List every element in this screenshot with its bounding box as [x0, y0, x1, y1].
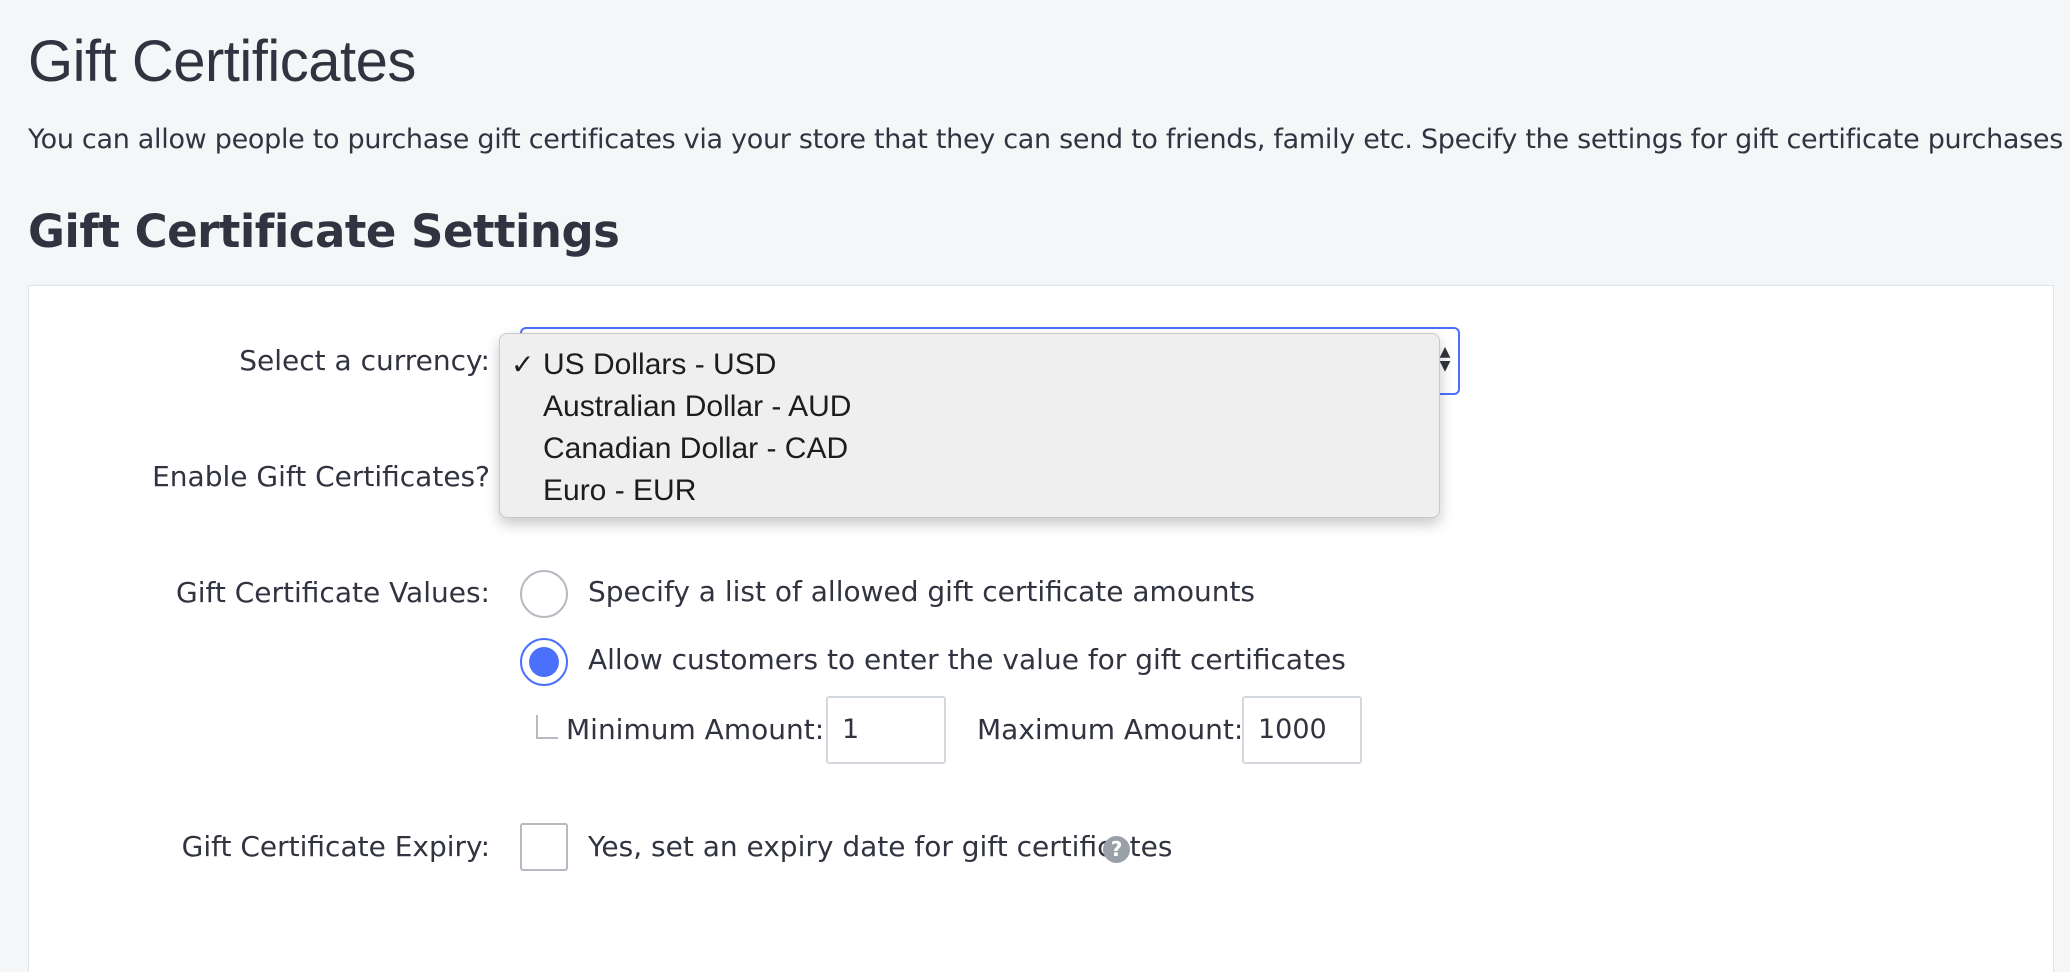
currency-option-label: Australian Dollar - AUD	[543, 390, 852, 423]
gift-certificate-expiry-label: Gift Certificate Expiry:	[181, 830, 490, 863]
page-description: You can allow people to purchase gift ce…	[28, 124, 2070, 155]
radio-custom-value[interactable]	[520, 638, 568, 686]
maximum-amount-label: Maximum Amount: $	[977, 713, 1271, 746]
currency-label: Select a currency:	[239, 344, 490, 377]
minimum-amount-label: Minimum Amount: $	[566, 713, 851, 746]
currency-option-cad[interactable]: Canadian Dollar - CAD	[500, 428, 1439, 470]
maximum-amount-input[interactable]: 1000	[1242, 696, 1362, 764]
currency-option-aud[interactable]: Australian Dollar - AUD	[500, 386, 1439, 428]
help-icon[interactable]: ?	[1103, 836, 1130, 863]
expiry-checkbox-label: Yes, set an expiry date for gift certifi…	[588, 830, 1173, 863]
enable-gift-certificates-label: Enable Gift Certificates?	[152, 460, 490, 493]
page-title: Gift Certificates	[28, 29, 416, 94]
currency-option-label: US Dollars - USD	[543, 348, 777, 381]
expiry-checkbox[interactable]	[520, 823, 568, 871]
radio-custom-value-label: Allow customers to enter the value for g…	[588, 643, 1346, 676]
sub-option-connector	[536, 715, 558, 739]
radio-allowed-amounts-list-label: Specify a list of allowed gift certifica…	[588, 575, 1256, 608]
currency-option-usd[interactable]: ✓ US Dollars - USD	[500, 344, 1439, 386]
currency-option-eur[interactable]: Euro - EUR	[500, 470, 1439, 512]
radio-allowed-amounts-list[interactable]	[520, 570, 568, 618]
gift-certificate-values-label: Gift Certificate Values:	[176, 576, 490, 609]
currency-option-label: Canadian Dollar - CAD	[543, 432, 849, 465]
currency-dropdown-list[interactable]: ✓ US Dollars - USD Australian Dollar - A…	[499, 333, 1440, 518]
currency-option-label: Euro - EUR	[543, 474, 697, 507]
checkmark-icon: ✓	[511, 349, 535, 380]
minimum-amount-input[interactable]: 1	[826, 696, 946, 764]
up-down-chevron-icon: ▲ ▼	[1439, 344, 1451, 374]
section-title: Gift Certificate Settings	[28, 205, 620, 258]
